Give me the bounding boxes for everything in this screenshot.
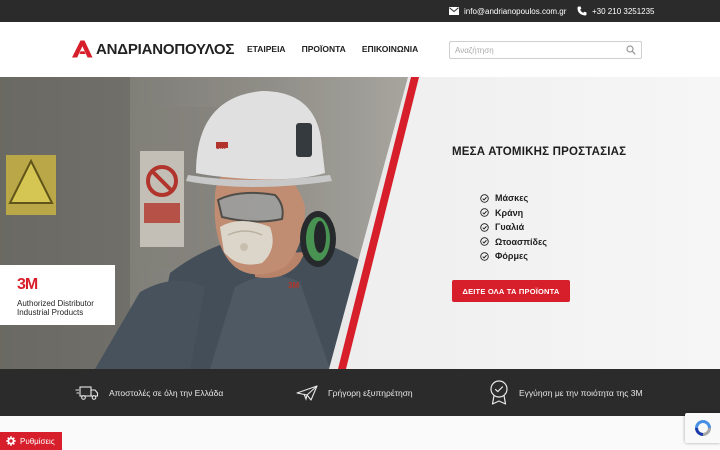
hero-product-list: Μάσκες Κράνη Γυαλιά Ωτοασπίδες Φόρμες xyxy=(480,191,610,264)
phone-contact[interactable]: +30 210 3251235 xyxy=(577,0,655,22)
nav-products[interactable]: ΠΡΟΪΟΝΤΑ xyxy=(302,44,346,54)
list-item-label: Γυαλιά xyxy=(495,222,525,233)
hero-title: ΜΕΣΑ ΑΤΟΜΙΚΗΣ ΠΡΟΣΤΑΣΙΑΣ xyxy=(452,146,627,158)
search-box xyxy=(449,41,642,59)
check-circle-icon xyxy=(480,208,489,217)
svg-text:3M: 3M xyxy=(17,276,38,291)
feature-quality-label: Εγγύηση με την ποιότητα της 3M xyxy=(519,387,643,398)
features-bar: Αποστολές σε όλη την Ελλάδα Γρήγορη εξυπ… xyxy=(0,369,720,416)
check-circle-icon xyxy=(480,252,489,261)
hero-banner: 3M 3M 3M Authorized Distributor Industri… xyxy=(0,77,720,369)
3m-logo-icon: 3M xyxy=(17,276,39,293)
badge-line-2: Industrial Products xyxy=(17,308,84,317)
feature-fast-service-label: Γρήγορη εξυπηρέτηση xyxy=(328,387,413,398)
email-text: info@andrianopoulos.com.gr xyxy=(464,6,567,16)
list-item: Φόρμες xyxy=(480,249,610,264)
site-logo[interactable]: ΑΝΔΡΙΑΝΟΠΟΥΛΟΣ xyxy=(71,40,234,58)
list-item-label: Φόρμες xyxy=(495,251,528,262)
email-contact[interactable]: info@andrianopoulos.com.gr xyxy=(449,0,566,22)
paper-plane-icon xyxy=(296,384,318,401)
main-nav: ΕΤΑΙΡΕΙΑ ΠΡΟΪΟΝΤΑ ΕΠΙΚΟΙΝΩΝΙΑ xyxy=(247,44,418,54)
list-item-label: Κράνη xyxy=(495,207,524,218)
list-item: Γυαλιά xyxy=(480,220,610,235)
recaptcha-badge[interactable] xyxy=(685,413,720,443)
list-item: Μάσκες xyxy=(480,191,610,206)
award-badge-icon xyxy=(490,379,508,405)
hero-content: ΜΕΣΑ ΑΤΟΜΙΚΗΣ ΠΡΟΣΤΑΣΙΑΣ Μάσκες Κράνη Γυ… xyxy=(452,146,627,261)
logo-text: ΑΝΔΡΙΑΝΟΠΟΥΛΟΣ xyxy=(96,40,235,58)
gear-icon xyxy=(6,436,16,446)
nav-contact[interactable]: ΕΠΙΚΟΙΝΩΝΙΑ xyxy=(362,44,418,54)
content-area xyxy=(0,416,720,450)
cookie-settings-button[interactable]: Ρυθμίσεις xyxy=(0,432,62,450)
envelope-icon xyxy=(449,7,459,15)
3m-distributor-badge: 3M Authorized Distributor Industrial Pro… xyxy=(0,265,115,325)
feature-quality-guarantee: Εγγύηση με την ποιότητα της 3M xyxy=(489,369,643,416)
search-input[interactable] xyxy=(450,42,620,58)
recaptcha-icon xyxy=(694,420,711,436)
list-item-label: Ωτοασπίδες xyxy=(495,236,547,247)
check-circle-icon xyxy=(480,194,489,203)
nav-company[interactable]: ΕΤΑΙΡΕΙΑ xyxy=(247,44,286,54)
cookie-settings-label: Ρυθμίσεις xyxy=(20,436,55,446)
delivery-truck-icon xyxy=(75,385,99,400)
feature-shipping-label: Αποστολές σε όλη την Ελλάδα xyxy=(109,387,224,398)
site-header: ΑΝΔΡΙΑΝΟΠΟΥΛΟΣ ΕΤΑΙΡΕΙΑ ΠΡΟΪΟΝΤΑ ΕΠΙΚΟΙΝ… xyxy=(0,22,720,77)
phone-text: +30 210 3251235 xyxy=(592,6,655,16)
logo-mark-icon xyxy=(72,40,93,58)
list-item: Ωτοασπίδες xyxy=(480,235,610,250)
top-contact-bar: info@andrianopoulos.com.gr +30 210 32512… xyxy=(0,0,720,22)
search-icon[interactable] xyxy=(626,45,636,55)
check-circle-icon xyxy=(480,223,489,232)
view-all-products-button[interactable]: ΔΕΙΤΕ ΟΛΑ ΤΑ ΠΡΟΪΟΝΤΑ xyxy=(452,280,570,302)
list-item-label: Μάσκες xyxy=(495,193,529,204)
feature-shipping: Αποστολές σε όλη την Ελλάδα xyxy=(75,369,223,416)
phone-icon xyxy=(577,6,587,16)
list-item: Κράνη xyxy=(480,206,610,221)
hero-worker-photo: 3M 3M xyxy=(0,77,720,369)
feature-fast-service: Γρήγορη εξυπηρέτηση xyxy=(296,369,413,416)
check-circle-icon xyxy=(480,237,489,246)
badge-line-1: Authorized Distributor xyxy=(17,299,94,308)
